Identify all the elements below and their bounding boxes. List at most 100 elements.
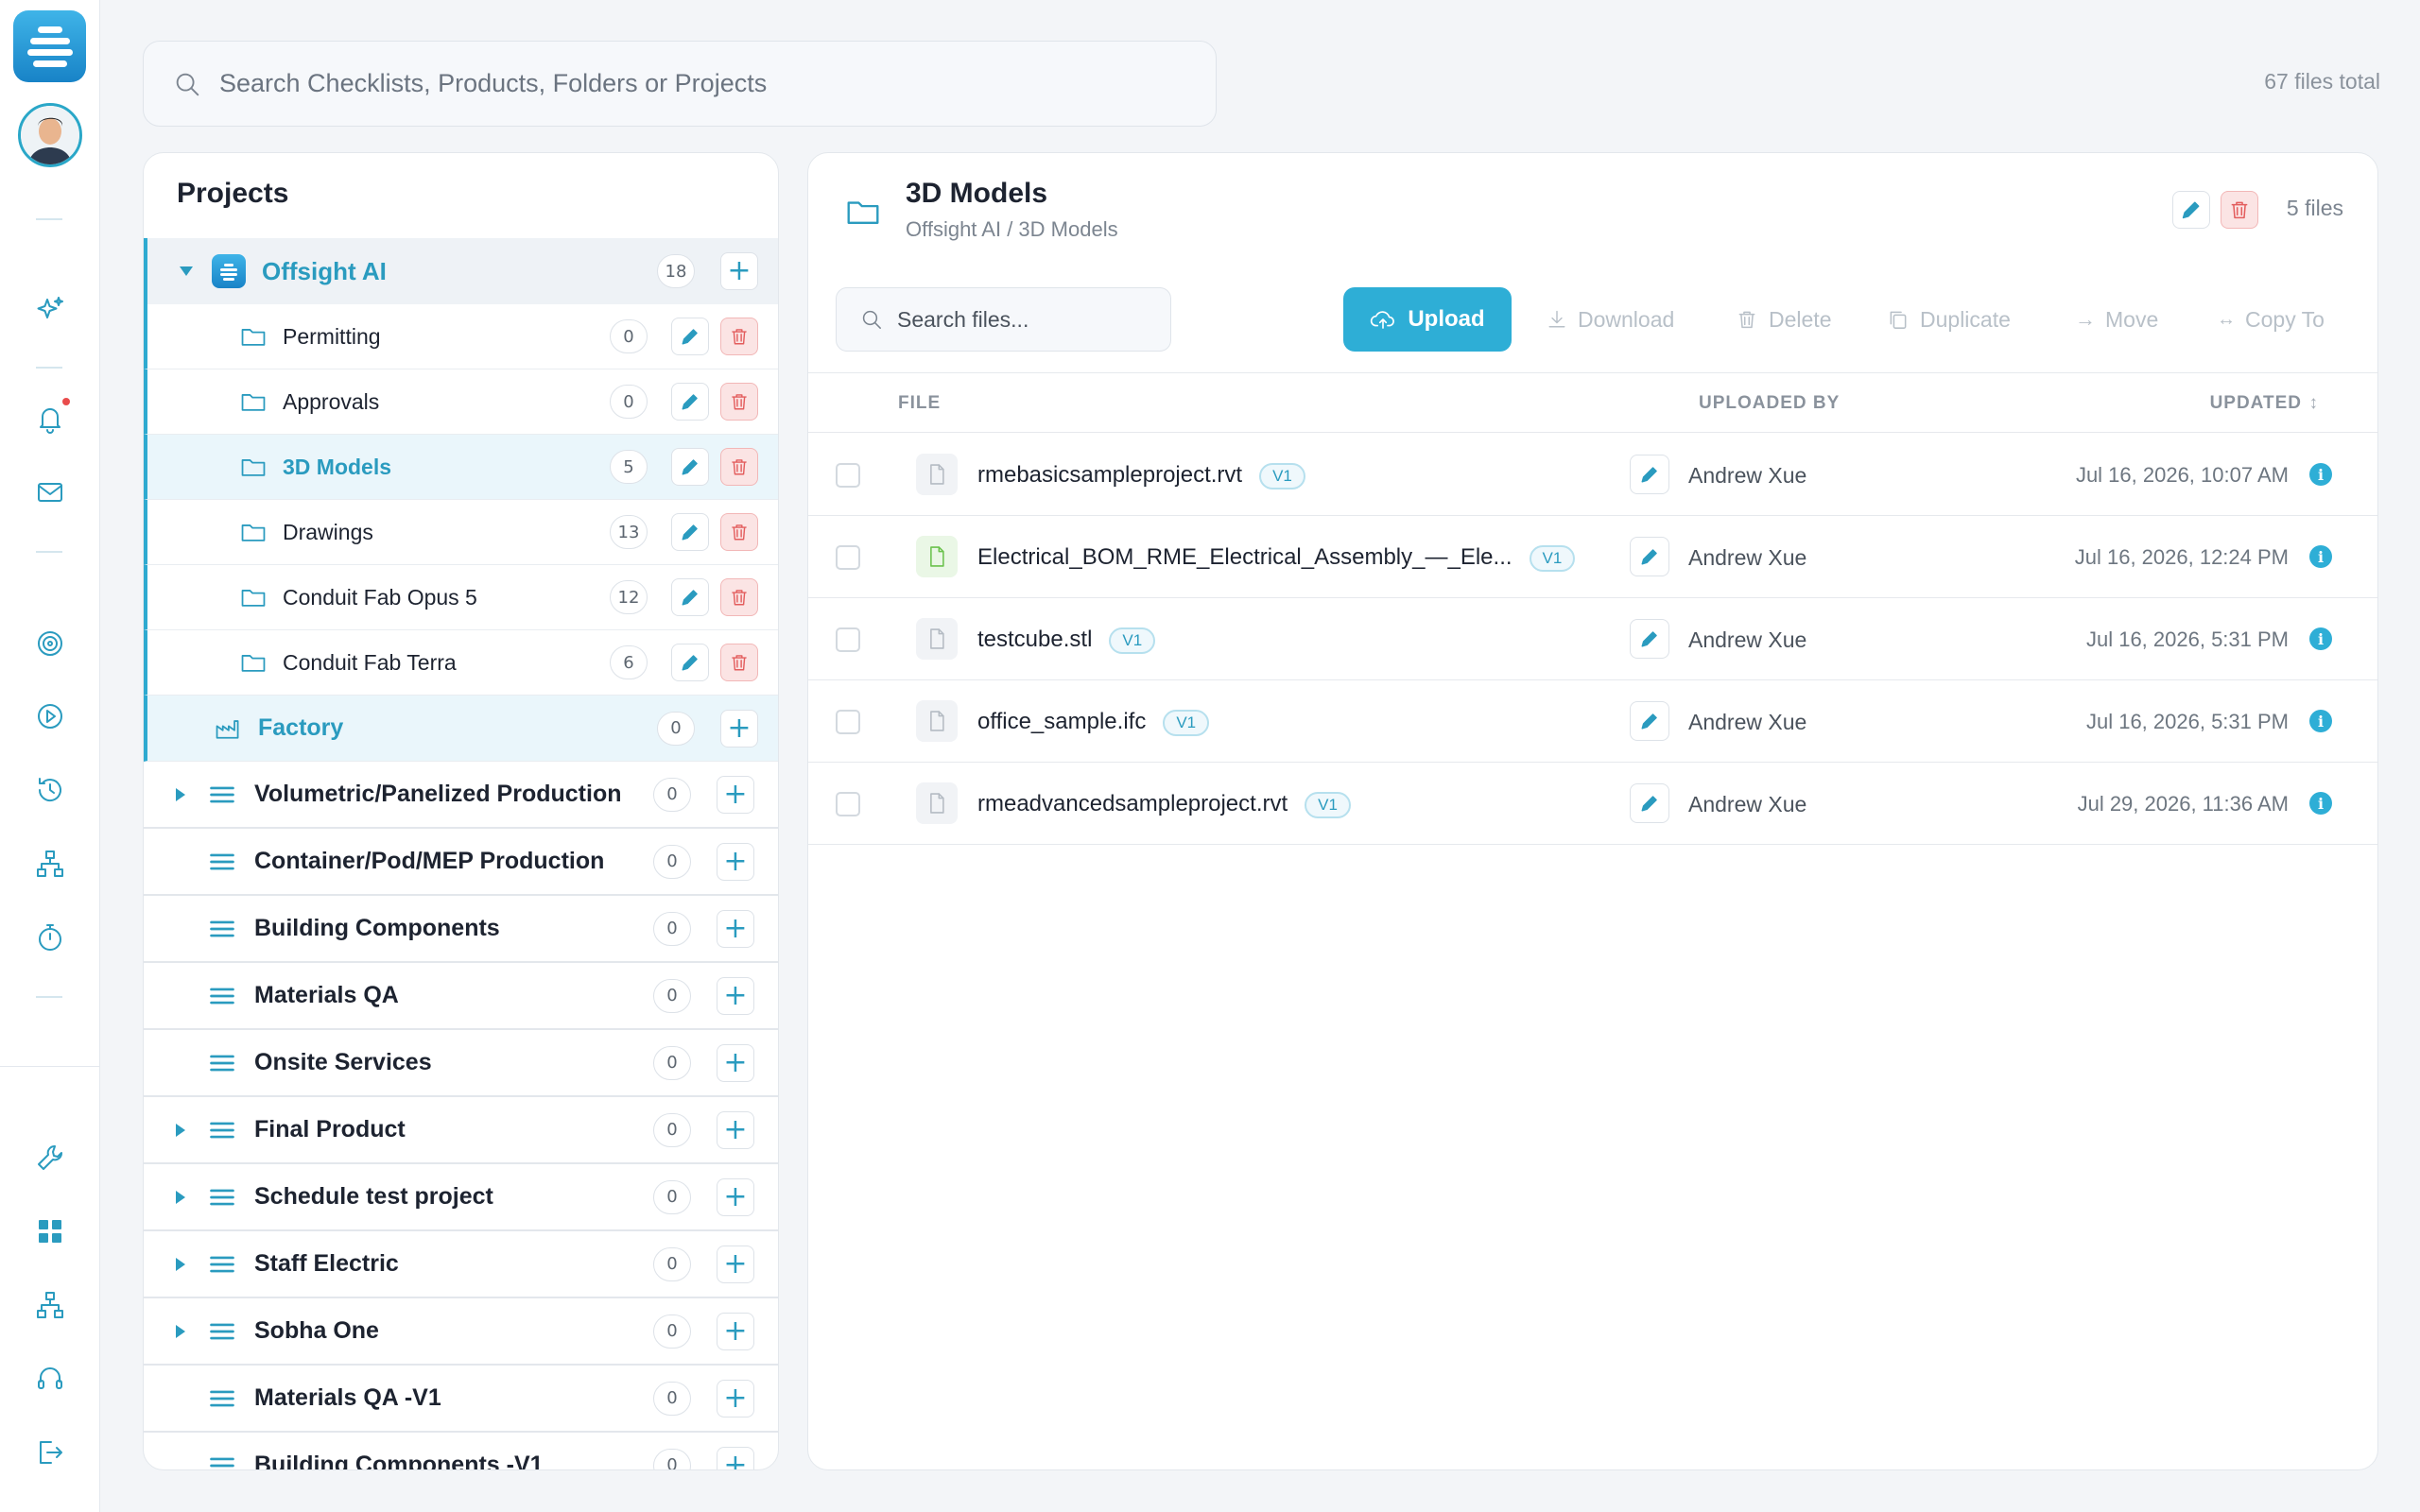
add-button[interactable]: + (717, 1110, 754, 1149)
add-button[interactable]: + (717, 842, 754, 881)
file-name[interactable]: rmeadvancedsampleproject.rvt (977, 791, 1288, 816)
delete-folder-button[interactable] (2221, 191, 2258, 229)
row-checkbox[interactable] (836, 627, 860, 652)
folder-row[interactable]: 3D Models 5 (144, 435, 778, 500)
add-button[interactable]: + (720, 709, 758, 747)
ai-sparkle-icon[interactable] (33, 293, 67, 327)
info-icon[interactable]: i (2309, 710, 2332, 732)
hierarchy-icon[interactable] (33, 847, 67, 881)
row-checkbox[interactable] (836, 710, 860, 734)
row-checkbox[interactable] (836, 792, 860, 816)
edit-file-button[interactable] (1630, 455, 1669, 494)
folder-row[interactable]: Approvals 0 (144, 369, 778, 435)
file-name[interactable]: rmebasicsampleproject.rvt (977, 462, 1242, 488)
upload-button[interactable]: Upload (1343, 287, 1512, 352)
add-button[interactable]: + (717, 1379, 754, 1418)
support-headset-icon[interactable] (33, 1362, 67, 1396)
delete-folder-button[interactable] (720, 644, 758, 681)
logout-icon[interactable] (33, 1435, 67, 1469)
move-button[interactable]: → Move (2075, 287, 2158, 352)
collapse-caret-icon[interactable] (180, 266, 193, 276)
factory-row[interactable]: Factory 0 + (144, 696, 778, 762)
delete-button[interactable]: Delete (1735, 287, 1831, 352)
history-icon[interactable] (33, 773, 67, 807)
file-search[interactable] (836, 287, 1171, 352)
version-badge[interactable]: V1 (1109, 627, 1156, 654)
version-badge[interactable]: V1 (1163, 709, 1210, 736)
info-icon[interactable]: i (2309, 792, 2332, 815)
expand-caret-icon[interactable] (176, 788, 185, 801)
user-avatar[interactable] (18, 103, 82, 167)
project-row[interactable]: Schedule test project 0 + (144, 1164, 778, 1231)
version-badge[interactable]: V1 (1529, 544, 1576, 572)
expand-caret-icon[interactable] (176, 1325, 185, 1338)
column-uploaded-by[interactable]: UPLOADED BY (1699, 393, 1840, 414)
version-badge[interactable]: V1 (1259, 462, 1305, 490)
edit-folder-button[interactable] (671, 578, 709, 616)
file-row[interactable]: Electrical_BOM_RME_Electrical_Assembly_—… (808, 516, 2377, 598)
project-row[interactable]: Building Components -V1 0 + (144, 1433, 778, 1469)
duplicate-button[interactable]: Duplicate (1886, 287, 2011, 352)
delete-folder-button[interactable] (720, 578, 758, 616)
add-button[interactable]: + (717, 976, 754, 1015)
add-button[interactable]: + (717, 775, 754, 814)
bell-icon[interactable] (33, 402, 67, 436)
folder-row[interactable]: Conduit Fab Terra 6 (144, 630, 778, 696)
project-row[interactable]: Materials QA -V1 0 + (144, 1366, 778, 1433)
project-row[interactable]: Sobha One 0 + (144, 1298, 778, 1366)
wrench-icon[interactable] (33, 1141, 67, 1175)
column-updated[interactable]: UPDATED (2210, 393, 2302, 414)
expand-caret-icon[interactable] (176, 1124, 185, 1137)
file-name[interactable]: testcube.stl (977, 627, 1092, 652)
edit-file-button[interactable] (1630, 701, 1669, 741)
edit-folder-button[interactable] (671, 644, 709, 681)
download-button[interactable]: Download (1546, 287, 1674, 352)
delete-folder-button[interactable] (720, 448, 758, 486)
edit-folder-button[interactable] (671, 383, 709, 421)
target-icon[interactable] (33, 627, 67, 661)
info-icon[interactable]: i (2309, 627, 2332, 650)
stopwatch-icon[interactable] (33, 920, 67, 954)
row-checkbox[interactable] (836, 463, 860, 488)
version-badge[interactable]: V1 (1305, 791, 1351, 818)
info-icon[interactable]: i (2309, 463, 2332, 486)
file-search-input[interactable] (897, 306, 1162, 333)
dashboard-grid-icon[interactable] (33, 1214, 67, 1248)
delete-folder-button[interactable] (720, 513, 758, 551)
edit-file-button[interactable] (1630, 783, 1669, 823)
project-row[interactable]: Building Components 0 + (144, 896, 778, 963)
global-search[interactable] (143, 41, 1217, 127)
project-row[interactable]: Staff Electric 0 + (144, 1231, 778, 1298)
edit-file-button[interactable] (1630, 537, 1669, 576)
project-row-offsight-ai[interactable]: Offsight AI 18 + (144, 238, 778, 304)
expand-caret-icon[interactable] (176, 1258, 185, 1271)
sort-icon[interactable]: ↕ (2309, 393, 2320, 414)
file-name[interactable]: office_sample.ifc (977, 709, 1146, 734)
expand-caret-icon[interactable] (176, 1191, 185, 1204)
project-row[interactable]: Volumetric/Panelized Production 0 + (144, 762, 778, 829)
edit-folder-button[interactable] (671, 448, 709, 486)
app-logo[interactable] (13, 10, 86, 82)
file-row[interactable]: rmeadvancedsampleproject.rvt V1 Andrew Xue… (808, 763, 2377, 845)
row-checkbox[interactable] (836, 545, 860, 570)
add-button[interactable]: + (717, 1312, 754, 1350)
folder-row[interactable]: Conduit Fab Opus 5 12 (144, 565, 778, 630)
delete-folder-button[interactable] (720, 383, 758, 421)
file-row[interactable]: testcube.stl V1 Andrew Xue Jul 16, 2026, 5:… (808, 598, 2377, 680)
project-row[interactable]: Final Product 0 + (144, 1097, 778, 1164)
add-button[interactable]: + (717, 1446, 754, 1469)
search-input[interactable] (219, 69, 1165, 98)
edit-file-button[interactable] (1630, 619, 1669, 659)
edit-folder-button[interactable] (671, 318, 709, 355)
org-chart-icon[interactable] (33, 1288, 67, 1322)
folder-row[interactable]: Permitting 0 (144, 304, 778, 369)
edit-folder-button[interactable] (2172, 191, 2210, 229)
project-row[interactable]: Onsite Services 0 + (144, 1030, 778, 1097)
file-row[interactable]: rmebasicsampleproject.rvt V1 Andrew Xue Jul… (808, 434, 2377, 516)
mail-icon[interactable] (33, 475, 67, 509)
add-button[interactable]: + (717, 1177, 754, 1216)
add-button[interactable]: + (717, 909, 754, 948)
project-row[interactable]: Materials QA 0 + (144, 963, 778, 1030)
copy-to-button[interactable]: ↔ Copy To (2217, 287, 2325, 352)
add-button[interactable]: + (717, 1043, 754, 1082)
